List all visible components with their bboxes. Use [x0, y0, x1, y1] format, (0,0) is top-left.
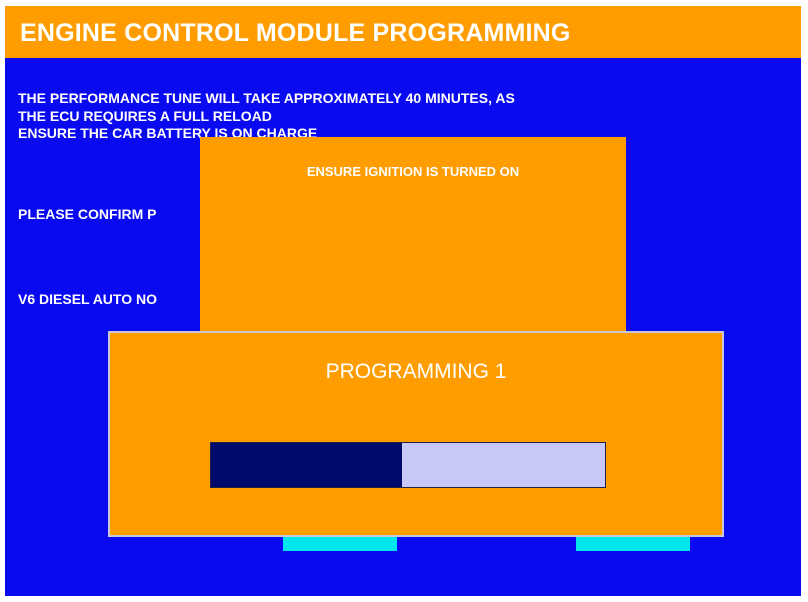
vehicle-text: V6 DIESEL AUTO NO [18, 291, 157, 307]
info-text-line-1: THE PERFORMANCE TUNE WILL TAKE APPROXIMA… [18, 90, 515, 106]
progress-bar [210, 442, 606, 488]
progress-bar-fill [211, 443, 403, 487]
right-button[interactable] [576, 537, 690, 551]
left-button[interactable] [283, 537, 397, 551]
title-bar: ENGINE CONTROL MODULE PROGRAMMING [5, 6, 801, 58]
ignition-notice-dialog: ENSURE IGNITION IS TURNED ON [200, 137, 626, 337]
confirm-text: PLEASE CONFIRM P [18, 206, 157, 222]
ignition-notice-message: ENSURE IGNITION IS TURNED ON [306, 164, 520, 179]
progress-title: PROGRAMMING 1 [325, 360, 507, 383]
programming-progress-dialog: PROGRAMMING 1 [108, 331, 724, 537]
screen: ENGINE CONTROL MODULE PROGRAMMING THE PE… [5, 6, 801, 596]
page-title: ENGINE CONTROL MODULE PROGRAMMING [20, 19, 571, 47]
info-text-line-2: THE ECU REQUIRES A FULL RELOAD [18, 108, 272, 124]
